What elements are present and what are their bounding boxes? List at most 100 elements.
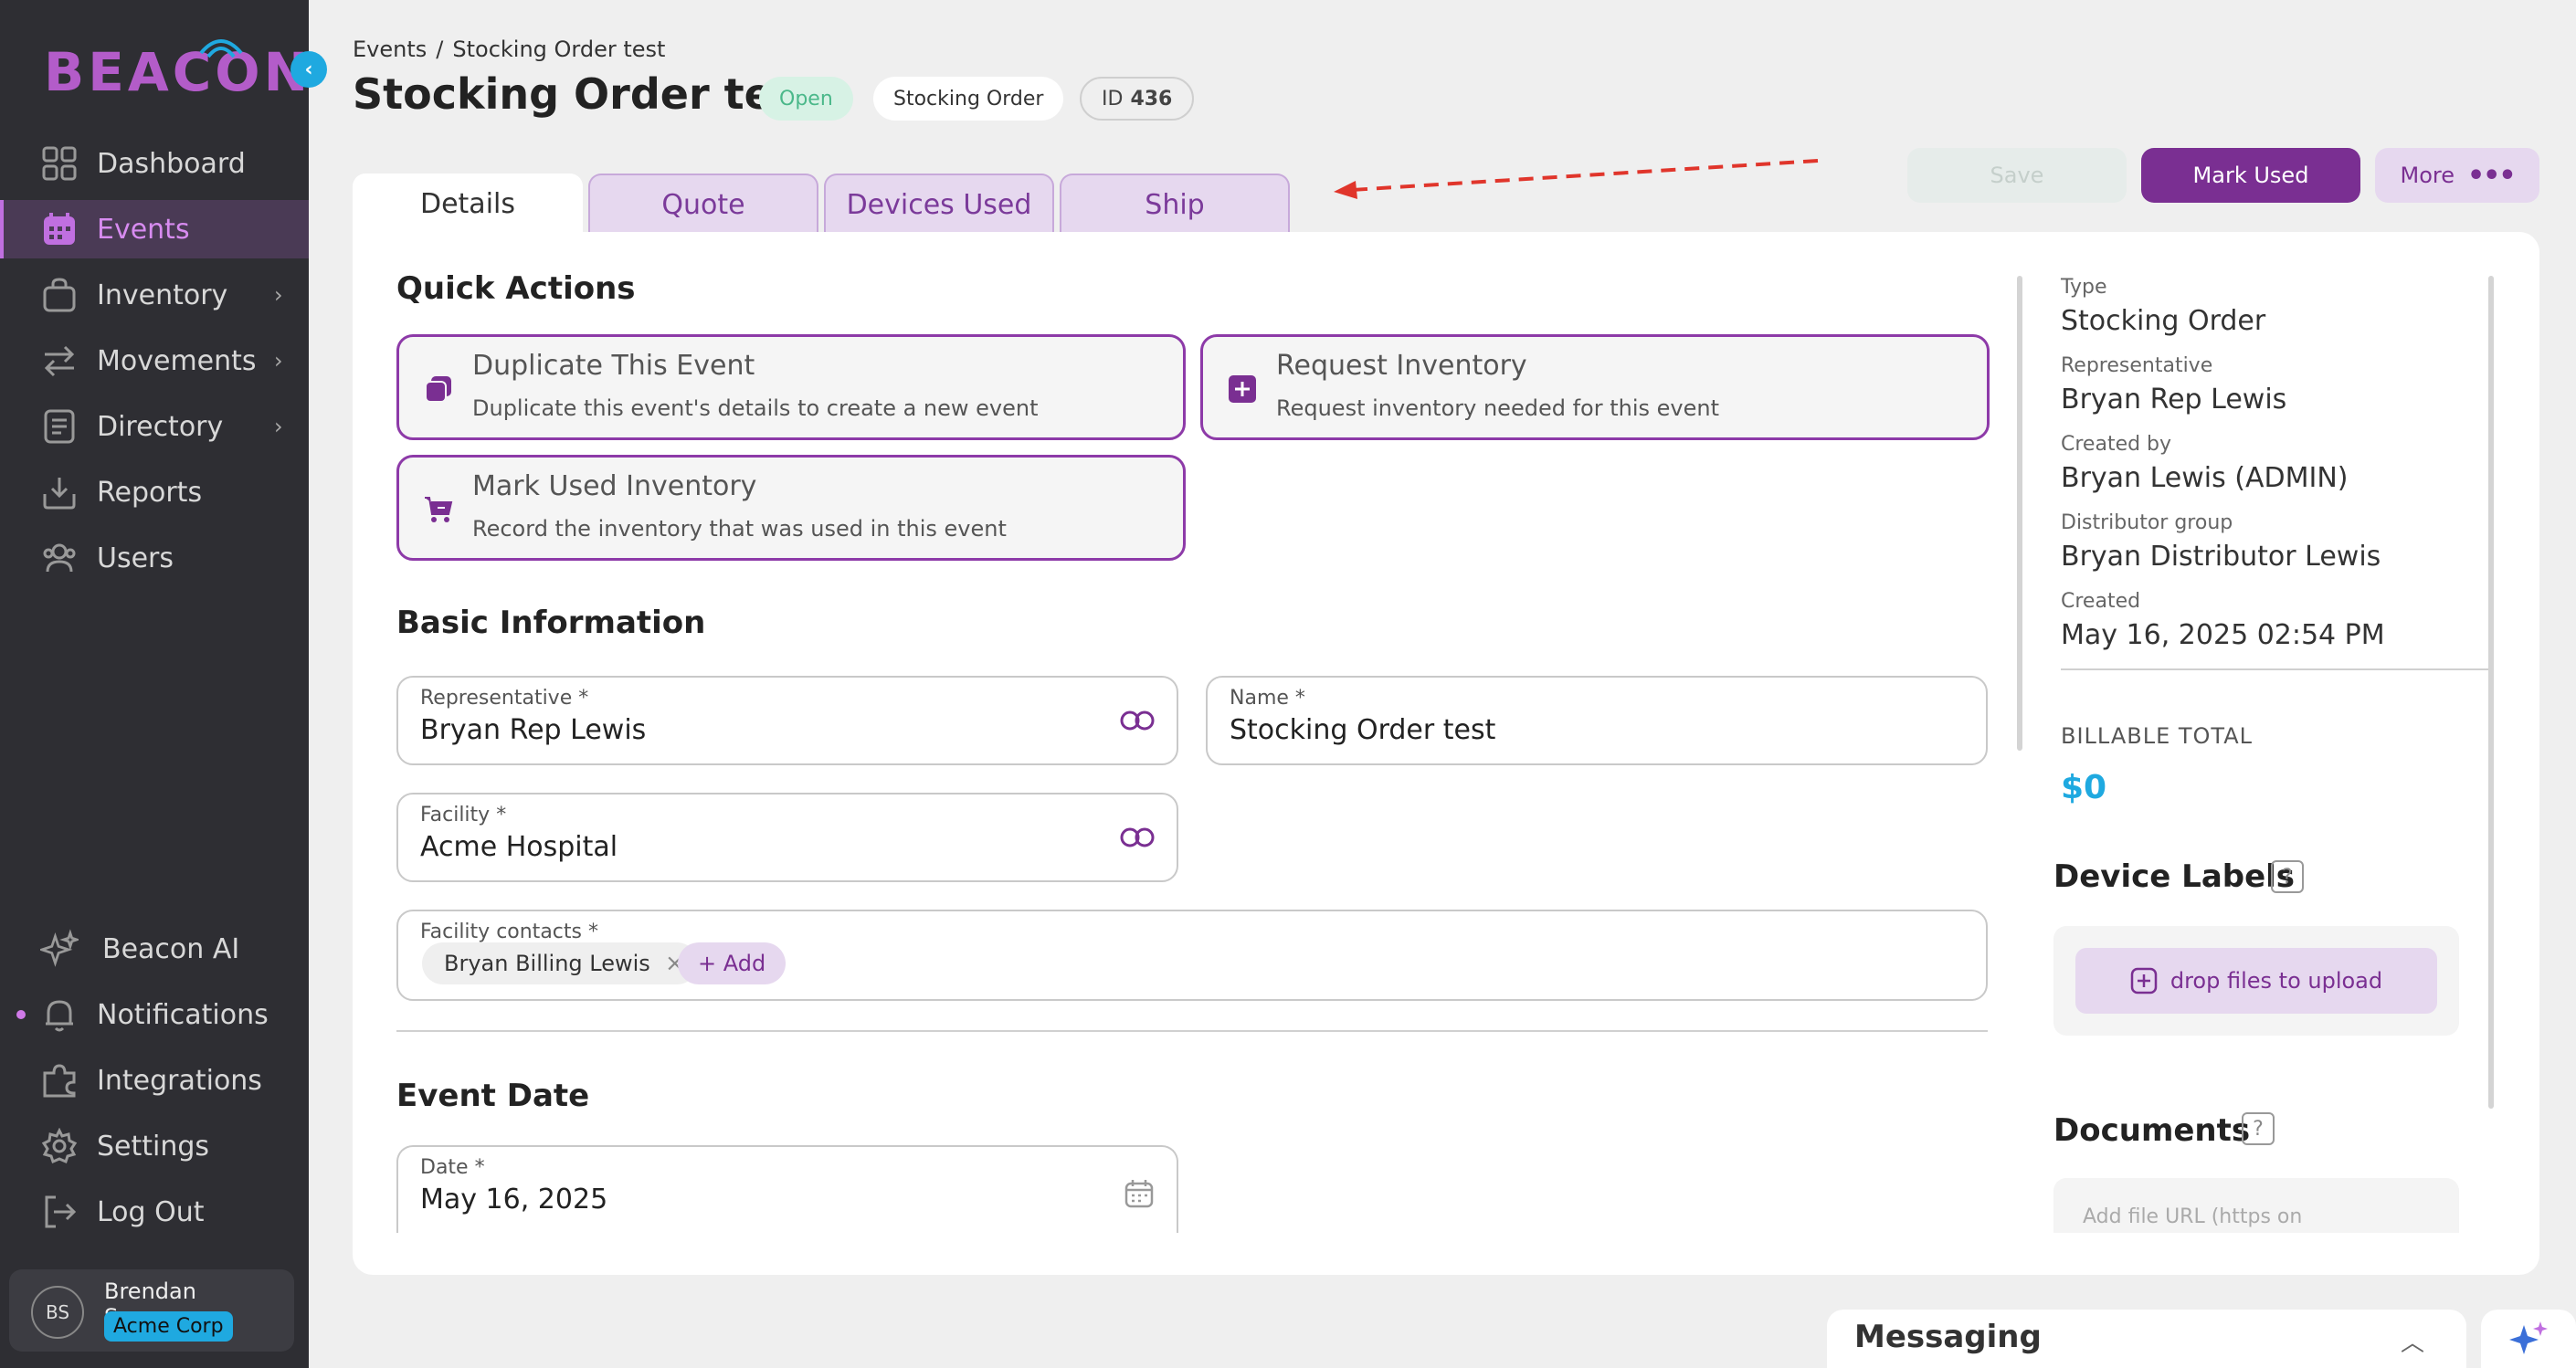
add-contact-button[interactable]: + Add bbox=[678, 942, 787, 984]
action-description: Duplicate this event's details to create… bbox=[472, 395, 1039, 421]
sidebar-item-label: Users bbox=[97, 542, 174, 574]
facility-contacts-field[interactable]: Facility contacts * Bryan Billing Lewis … bbox=[396, 910, 1988, 1001]
file-url-placeholder: Add file URL (https on bbox=[2083, 1205, 2303, 1228]
sidebar-item-directory[interactable]: Directory › bbox=[0, 397, 309, 456]
request-inventory-action[interactable]: Request Inventory Request inventory need… bbox=[1200, 334, 1990, 440]
save-button[interactable]: Save bbox=[1907, 148, 2127, 203]
mark-used-button[interactable]: Mark Used bbox=[2141, 148, 2360, 203]
calendar-icon[interactable] bbox=[1124, 1178, 1155, 1209]
sidebar-item-label: Notifications bbox=[97, 998, 269, 1031]
file-url-input[interactable]: Add file URL (https on bbox=[2053, 1178, 2459, 1233]
field-value: Acme Hospital bbox=[420, 831, 618, 863]
tab-devices-used[interactable]: Devices Used bbox=[824, 174, 1054, 234]
tab-ship[interactable]: Ship bbox=[1060, 174, 1290, 234]
sidebar-collapse-button[interactable]: ‹ bbox=[290, 51, 327, 88]
field-label: Facility * bbox=[420, 804, 507, 826]
sidebar-item-label: Inventory bbox=[97, 279, 228, 311]
representative-label: Representative bbox=[2061, 354, 2213, 377]
facility-field[interactable]: Facility * Acme Hospital bbox=[396, 793, 1178, 882]
puzzle-icon bbox=[40, 1061, 79, 1100]
type-label: Type bbox=[2061, 276, 2107, 299]
action-description: Request inventory needed for this event bbox=[1276, 395, 1719, 421]
help-icon[interactable]: ? bbox=[2271, 860, 2304, 893]
arrows-icon bbox=[40, 342, 79, 380]
event-id-value: 436 bbox=[1130, 87, 1173, 110]
beacon-logo[interactable]: BEACON bbox=[44, 22, 311, 122]
chip-label: Bryan Billing Lewis bbox=[444, 951, 650, 976]
breadcrumb-current: Stocking Order test bbox=[452, 37, 666, 62]
action-title: Request Inventory bbox=[1276, 350, 1527, 382]
field-value: Bryan Rep Lewis bbox=[420, 714, 647, 746]
upload-label: drop files to upload bbox=[2170, 968, 2383, 994]
name-field[interactable]: Name * Stocking Order test bbox=[1206, 676, 1988, 765]
user-card[interactable]: BS Brendan Sweeney Acme Corp bbox=[9, 1269, 294, 1352]
link-icon[interactable] bbox=[1120, 709, 1155, 732]
action-title: Duplicate This Event bbox=[472, 350, 755, 382]
sidebar-item-logout[interactable]: Log Out bbox=[0, 1183, 309, 1241]
device-labels-dropzone: drop files to upload bbox=[2053, 926, 2459, 1036]
annotation-arrow bbox=[1334, 159, 1819, 199]
sidebar-item-reports[interactable]: Reports bbox=[0, 463, 309, 521]
created-by-label: Created by bbox=[2061, 433, 2172, 456]
sidebar-item-notifications[interactable]: Notifications bbox=[0, 985, 309, 1044]
tab-details[interactable]: Details bbox=[353, 174, 583, 234]
messaging-panel[interactable]: Messaging ︿ bbox=[1827, 1310, 2466, 1368]
calendar-icon bbox=[40, 210, 79, 248]
duplicate-icon bbox=[425, 376, 451, 403]
tab-quote[interactable]: Quote bbox=[588, 174, 818, 234]
created-label: Created bbox=[2061, 590, 2141, 613]
contact-chip: Bryan Billing Lewis × bbox=[422, 942, 698, 984]
chevron-left-icon: ‹ bbox=[304, 58, 313, 81]
org-badge[interactable]: Acme Corp bbox=[104, 1311, 233, 1342]
sidebar-item-label: Movements bbox=[97, 344, 257, 377]
ai-assistant-button[interactable] bbox=[2481, 1310, 2576, 1368]
chevron-up-icon[interactable]: ︿ bbox=[2401, 1324, 2424, 1358]
plus-square-icon bbox=[2130, 967, 2158, 994]
breadcrumb-separator: / bbox=[436, 37, 444, 62]
link-icon[interactable] bbox=[1120, 826, 1155, 849]
sidebar-item-integrations[interactable]: Integrations bbox=[0, 1051, 309, 1110]
billable-total-value: $0 bbox=[2061, 769, 2107, 806]
bell-icon bbox=[40, 995, 79, 1034]
distributor-group-value: Bryan Distributor Lewis bbox=[2061, 541, 2381, 573]
sparkles-icon bbox=[2509, 1321, 2548, 1354]
representative-field[interactable]: Representative * Bryan Rep Lewis bbox=[396, 676, 1178, 765]
messaging-title: Messaging bbox=[1854, 1319, 2042, 1355]
more-button[interactable]: More ••• bbox=[2375, 148, 2539, 203]
content-scrollbar[interactable] bbox=[2017, 276, 2022, 751]
chevron-right-icon: › bbox=[274, 348, 283, 374]
field-label: Representative * bbox=[420, 687, 589, 710]
sidebar-item-dashboard[interactable]: Dashboard bbox=[0, 134, 309, 193]
sidebar-item-label: Events bbox=[97, 213, 190, 246]
distributor-group-label: Distributor group bbox=[2061, 511, 2233, 534]
mark-used-inventory-action[interactable]: Mark Used Inventory Record the inventory… bbox=[396, 455, 1186, 561]
more-label: More bbox=[2400, 163, 2455, 188]
sidebar-item-label: Settings bbox=[97, 1130, 210, 1163]
sidebar: BEACON Dashboard Events Inventory › Move… bbox=[0, 0, 309, 1368]
grid-icon bbox=[40, 144, 79, 183]
help-icon[interactable]: ? bbox=[2242, 1112, 2275, 1145]
sidebar-item-inventory[interactable]: Inventory › bbox=[0, 266, 309, 324]
breadcrumb: Events / Stocking Order test bbox=[353, 37, 665, 62]
duplicate-event-action[interactable]: Duplicate This Event Duplicate this even… bbox=[396, 334, 1186, 440]
sidebar-item-events[interactable]: Events bbox=[0, 200, 309, 258]
date-field[interactable]: Date * May 16, 2025 bbox=[396, 1145, 1178, 1233]
sidebar-item-movements[interactable]: Movements › bbox=[0, 331, 309, 390]
event-type-badge: Stocking Order bbox=[873, 77, 1064, 121]
plus-square-icon bbox=[1229, 375, 1256, 403]
sidebar-item-users[interactable]: Users bbox=[0, 529, 309, 587]
created-value: May 16, 2025 02:54 PM bbox=[2061, 619, 2385, 651]
sidebar-item-settings[interactable]: Settings bbox=[0, 1117, 309, 1175]
sparkles-icon bbox=[40, 929, 79, 968]
sidebar-item-label: Reports bbox=[97, 476, 203, 509]
action-title: Mark Used Inventory bbox=[472, 470, 757, 502]
sidebar-item-beacon-ai[interactable]: Beacon AI bbox=[0, 920, 309, 978]
upload-button[interactable]: drop files to upload bbox=[2075, 948, 2437, 1014]
event-date-title: Event Date bbox=[396, 1078, 590, 1114]
avatar: BS bbox=[31, 1286, 84, 1339]
chevron-right-icon: › bbox=[274, 282, 283, 308]
notification-dot bbox=[16, 1010, 26, 1019]
section-divider bbox=[396, 1030, 1988, 1032]
sidebar-scrollbar[interactable] bbox=[2488, 276, 2494, 1109]
breadcrumb-events-link[interactable]: Events bbox=[353, 37, 427, 62]
